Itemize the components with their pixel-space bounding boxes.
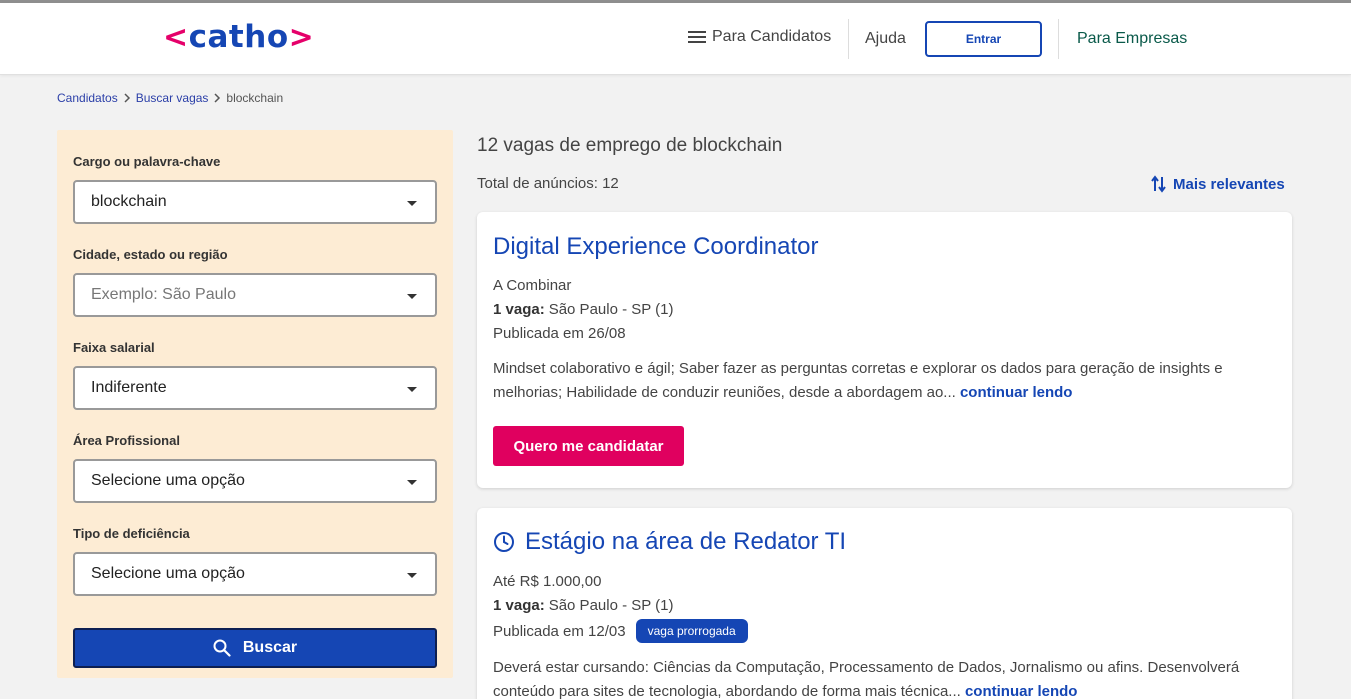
job-card: Digital Experience Coordinator A Combina…	[477, 212, 1292, 488]
catho-logo[interactable]: < catho >	[163, 17, 314, 57]
job-card: Estágio na área de Redator TI Até R$ 1.0…	[477, 508, 1292, 699]
entrar-button[interactable]: Entrar	[925, 21, 1042, 57]
logo-right-chevron: >	[288, 19, 315, 55]
continuar-lendo-link[interactable]: continuar lendo	[960, 384, 1073, 401]
chevron-right-icon	[214, 93, 221, 103]
tipo-deficiencia-label: Tipo de deficiência	[73, 526, 190, 541]
job-published-date: Publicada em 26/08	[493, 325, 626, 342]
vaga-prorrogada-badge: vaga prorrogada	[635, 619, 748, 643]
job-location: São Paulo - SP (1)	[548, 597, 674, 614]
job-published-date: Publicada em 12/03	[493, 622, 626, 640]
faixa-salarial-value: Indiferente	[91, 379, 167, 396]
logo-text: catho	[188, 19, 289, 55]
job-description-text: Mindset colaborativo e ágil; Saber fazer…	[493, 360, 1223, 401]
area-profissional-value: Selecione uma opção	[91, 472, 245, 489]
faixa-salarial-select[interactable]: Indiferente	[73, 366, 437, 410]
job-location: São Paulo - SP (1)	[548, 301, 674, 318]
clock-icon	[494, 532, 514, 552]
buscar-label: Buscar	[242, 639, 298, 656]
cargo-value: blockchain	[91, 193, 167, 210]
cidade-label: Cidade, estado ou região	[73, 247, 228, 262]
sort-arrows-icon	[1151, 175, 1166, 193]
site-header: < catho > Para Candidatos Ajuda Entrar P…	[0, 3, 1351, 75]
job-title-row[interactable]: Estágio na área de Redator TI	[493, 528, 846, 556]
chevron-right-icon	[124, 93, 130, 103]
logo-left-chevron: <	[163, 19, 189, 55]
job-vacancies-count: 1 vaga:	[493, 301, 545, 318]
chevron-down-icon	[407, 573, 417, 578]
breadcrumb: Candidatos Buscar vagas blockchain	[57, 91, 283, 105]
nav-divider	[848, 19, 849, 59]
continuar-lendo-link[interactable]: continuar lendo	[965, 683, 1078, 699]
cargo-select[interactable]: blockchain	[73, 180, 437, 224]
chevron-down-icon	[407, 294, 417, 299]
search-filters-panel: Cargo ou palavra-chave blockchain Cidade…	[57, 130, 453, 678]
chevron-down-icon	[407, 201, 417, 206]
nav-divider	[1058, 19, 1059, 59]
results-total: Total de anúncios: 12	[477, 175, 619, 192]
job-salary: A Combinar	[493, 277, 572, 294]
job-title: Estágio na área de Redator TI	[525, 528, 847, 555]
job-vacancies: 1 vaga: São Paulo - SP (1)	[493, 597, 674, 614]
cargo-label: Cargo ou palavra-chave	[73, 154, 221, 169]
cidade-select[interactable]: Exemplo: São Paulo	[73, 273, 437, 317]
nav-para-empresas[interactable]: Para Empresas	[1077, 30, 1187, 48]
area-profissional-select[interactable]: Selecione uma opção	[73, 459, 437, 503]
faixa-salarial-label: Faixa salarial	[73, 340, 155, 355]
buscar-button[interactable]: Buscar	[73, 628, 437, 668]
chevron-down-icon	[407, 480, 417, 485]
sort-label: Mais relevantes	[1173, 175, 1285, 193]
job-vacancies: 1 vaga: São Paulo - SP (1)	[493, 301, 674, 318]
tipo-deficiencia-select[interactable]: Selecione uma opção	[73, 552, 437, 596]
breadcrumb-buscar-vagas[interactable]: Buscar vagas	[136, 91, 209, 105]
job-salary: Até R$ 1.000,00	[493, 573, 602, 590]
job-title[interactable]: Digital Experience Coordinator	[493, 233, 819, 261]
quero-me-candidatar-button[interactable]: Quero me candidatar	[493, 426, 684, 466]
breadcrumb-current: blockchain	[226, 91, 284, 105]
hamburger-menu-icon	[688, 30, 706, 44]
job-description: Mindset colaborativo e ágil; Saber fazer…	[493, 357, 1283, 405]
nav-ajuda[interactable]: Ajuda	[865, 30, 906, 48]
tipo-deficiencia-value: Selecione uma opção	[91, 565, 245, 582]
search-icon	[213, 639, 231, 657]
job-published-row: Publicada em 12/03 vaga prorrogada	[493, 619, 748, 643]
chevron-down-icon	[407, 387, 417, 392]
job-description-text: Deverá estar cursando: Ciências da Compu…	[493, 659, 1240, 699]
nav-para-candidatos[interactable]: Para Candidatos	[688, 28, 831, 46]
nav-para-candidatos-label: Para Candidatos	[712, 28, 832, 45]
area-profissional-label: Área Profissional	[73, 433, 180, 448]
job-description: Deverá estar cursando: Ciências da Compu…	[493, 656, 1283, 699]
breadcrumb-candidatos[interactable]: Candidatos	[57, 91, 118, 105]
sort-button[interactable]: Mais relevantes	[1151, 175, 1285, 193]
results-title: 12 vagas de emprego de blockchain	[477, 135, 783, 156]
cidade-placeholder: Exemplo: São Paulo	[91, 286, 236, 303]
job-vacancies-count: 1 vaga:	[493, 597, 545, 614]
